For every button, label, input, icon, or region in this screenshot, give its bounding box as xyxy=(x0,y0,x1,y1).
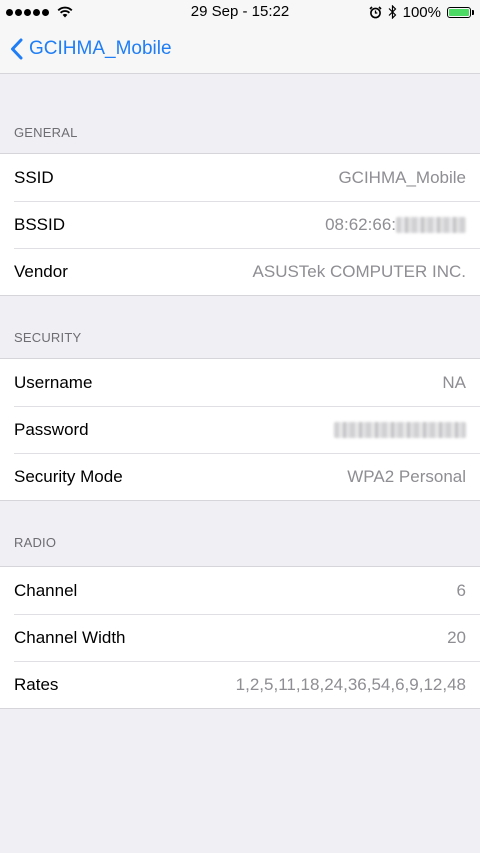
row-value: GCIHMA_Mobile xyxy=(338,167,466,187)
row-label: Channel xyxy=(14,580,78,600)
row-label: Vendor xyxy=(14,261,68,281)
redacted-mask xyxy=(396,217,466,234)
row-value: 08:62:66: xyxy=(325,214,396,234)
radio-group: Channel 6 Channel Width 20 Rates 1,2,5,1… xyxy=(0,566,480,709)
row-value: 1,2,5,11,18,24,36,54,6,9,12,48 xyxy=(235,674,466,694)
security-group: Username NA Password Security Mode WPA2 … xyxy=(0,358,480,501)
row-channel[interactable]: Channel 6 xyxy=(0,567,480,614)
battery-percent: 100% xyxy=(402,3,441,21)
row-label: Security Mode xyxy=(14,466,123,486)
navigation-bar: GCIHMA_Mobile xyxy=(0,24,480,74)
section-header-general: GENERAL xyxy=(14,125,78,140)
row-bssid[interactable]: BSSID 08:62:66: xyxy=(0,201,480,248)
section-header-radio: RADIO xyxy=(14,535,57,550)
row-password[interactable]: Password xyxy=(0,406,480,453)
chevron-left-icon xyxy=(11,38,23,59)
row-value: 6 xyxy=(456,580,466,600)
status-right: 100% xyxy=(369,0,474,24)
row-label: Username xyxy=(14,372,93,392)
row-value: WPA2 Personal xyxy=(347,466,466,486)
row-channel-width[interactable]: Channel Width 20 xyxy=(0,614,480,661)
row-ssid[interactable]: SSID GCIHMA_Mobile xyxy=(0,154,480,201)
status-bar: 29 Sep - 15:22 100% xyxy=(0,0,480,24)
row-value: NA xyxy=(442,372,466,392)
row-vendor[interactable]: Vendor ASUSTek COMPUTER INC. xyxy=(0,248,480,295)
row-username[interactable]: Username NA xyxy=(0,359,480,406)
back-button[interactable]: GCIHMA_Mobile xyxy=(10,38,172,60)
row-label: BSSID xyxy=(14,214,66,234)
redacted-mask xyxy=(334,422,466,439)
alarm-clock-icon xyxy=(369,5,382,18)
row-label: SSID xyxy=(14,167,54,187)
row-rates[interactable]: Rates 1,2,5,11,18,24,36,54,6,9,12,48 xyxy=(0,661,480,708)
row-value: ASUSTek COMPUTER INC. xyxy=(252,261,466,281)
row-label: Channel Width xyxy=(14,627,126,647)
row-security-mode[interactable]: Security Mode WPA2 Personal xyxy=(0,453,480,500)
row-value-wrap: 08:62:66: xyxy=(325,215,466,235)
section-header-security: SECURITY xyxy=(14,330,82,345)
row-label: Rates xyxy=(14,674,59,694)
row-label: Password xyxy=(14,419,89,439)
battery-icon xyxy=(447,6,474,18)
bluetooth-icon xyxy=(388,5,396,19)
row-value: 20 xyxy=(447,627,466,647)
row-value-wrap xyxy=(334,420,466,440)
back-button-label: GCIHMA_Mobile xyxy=(29,37,172,59)
general-group: SSID GCIHMA_Mobile BSSID 08:62:66: Vendo… xyxy=(0,153,480,296)
